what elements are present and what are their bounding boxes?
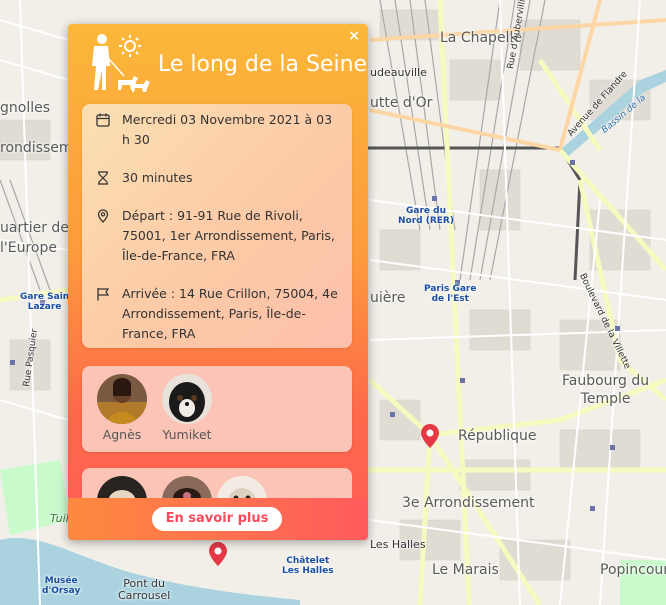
map-label-3e-arrondissement: 3e Arrondissement — [402, 495, 535, 511]
avatar[interactable] — [97, 374, 147, 424]
participant-name: Yumiket — [162, 427, 212, 442]
departure-address: Départ : 91-91 Rue de Rivoli, 75001, 1er… — [122, 208, 335, 263]
flag-icon — [97, 288, 110, 301]
dog-walker-icon — [92, 34, 150, 92]
walk-duration: 30 minutes — [122, 170, 193, 185]
map-label-chatelet: Châtelet Les Halles — [282, 556, 334, 576]
participant-name: Agnès — [102, 427, 142, 442]
map-label-pont-carrousel: Pont du Carrousel — [118, 577, 171, 602]
map-label-gare-du-nord: Gare du Nord (RER) — [398, 206, 454, 226]
map-label-europe: l'Europe — [0, 240, 57, 256]
map-label-gare-st-lazare: Gare Sain Lazare — [20, 292, 70, 312]
map-label-republique: République — [458, 428, 537, 444]
dog-photo-icon — [162, 374, 212, 424]
walk-date: Mercredi 03 Novembre 2021 à 03 h 30 — [122, 112, 333, 147]
map-label-musee-orsay: Musée d'Orsay — [42, 576, 81, 596]
participants-card: Agnès Yumiket — [82, 366, 352, 452]
map-marker-icon — [97, 209, 109, 223]
arrival-address: Arrivée : 14 Rue Crillon, 75004, 4e Arro… — [122, 286, 338, 341]
map-label-les-halles: Les Halles — [370, 538, 426, 551]
learn-more-button[interactable]: En savoir plus — [152, 507, 282, 531]
location-pin-icon[interactable] — [209, 542, 227, 566]
map-label-faubourg: Faubourg du Temple — [562, 373, 650, 407]
map-label-popincourt: Popincourt — [600, 562, 666, 578]
avatar[interactable] — [162, 374, 212, 424]
map-label-quiere: uière — [370, 290, 406, 306]
walk-title: Le long de la Seine — [158, 52, 368, 77]
map-label-goutte-dor: utte d'Or — [370, 95, 433, 111]
map-label-le-marais: Le Marais — [432, 562, 499, 578]
map-label-batignolles: gnolles — [0, 100, 51, 116]
popup-footer: En savoir plus — [68, 498, 368, 540]
map-label-quartier: uartier de — [0, 220, 69, 236]
map-label-chaussee: udeauville — [370, 66, 427, 79]
walk-popup: × Le long de la Seine Mercredi 03 Novemb… — [68, 24, 368, 540]
map-label-tuileries: Tuil — [50, 512, 69, 525]
walk-details-card: Mercredi 03 Novembre 2021 à 03 h 30 30 m… — [82, 104, 352, 348]
person-photo-icon — [97, 374, 147, 424]
popup-header: Le long de la Seine — [68, 24, 368, 100]
hourglass-icon — [98, 171, 108, 185]
map-label-gare-de-lest: Paris Gare de l'Est — [424, 284, 477, 304]
calendar-icon — [96, 113, 110, 127]
location-pin-icon[interactable] — [421, 424, 439, 448]
